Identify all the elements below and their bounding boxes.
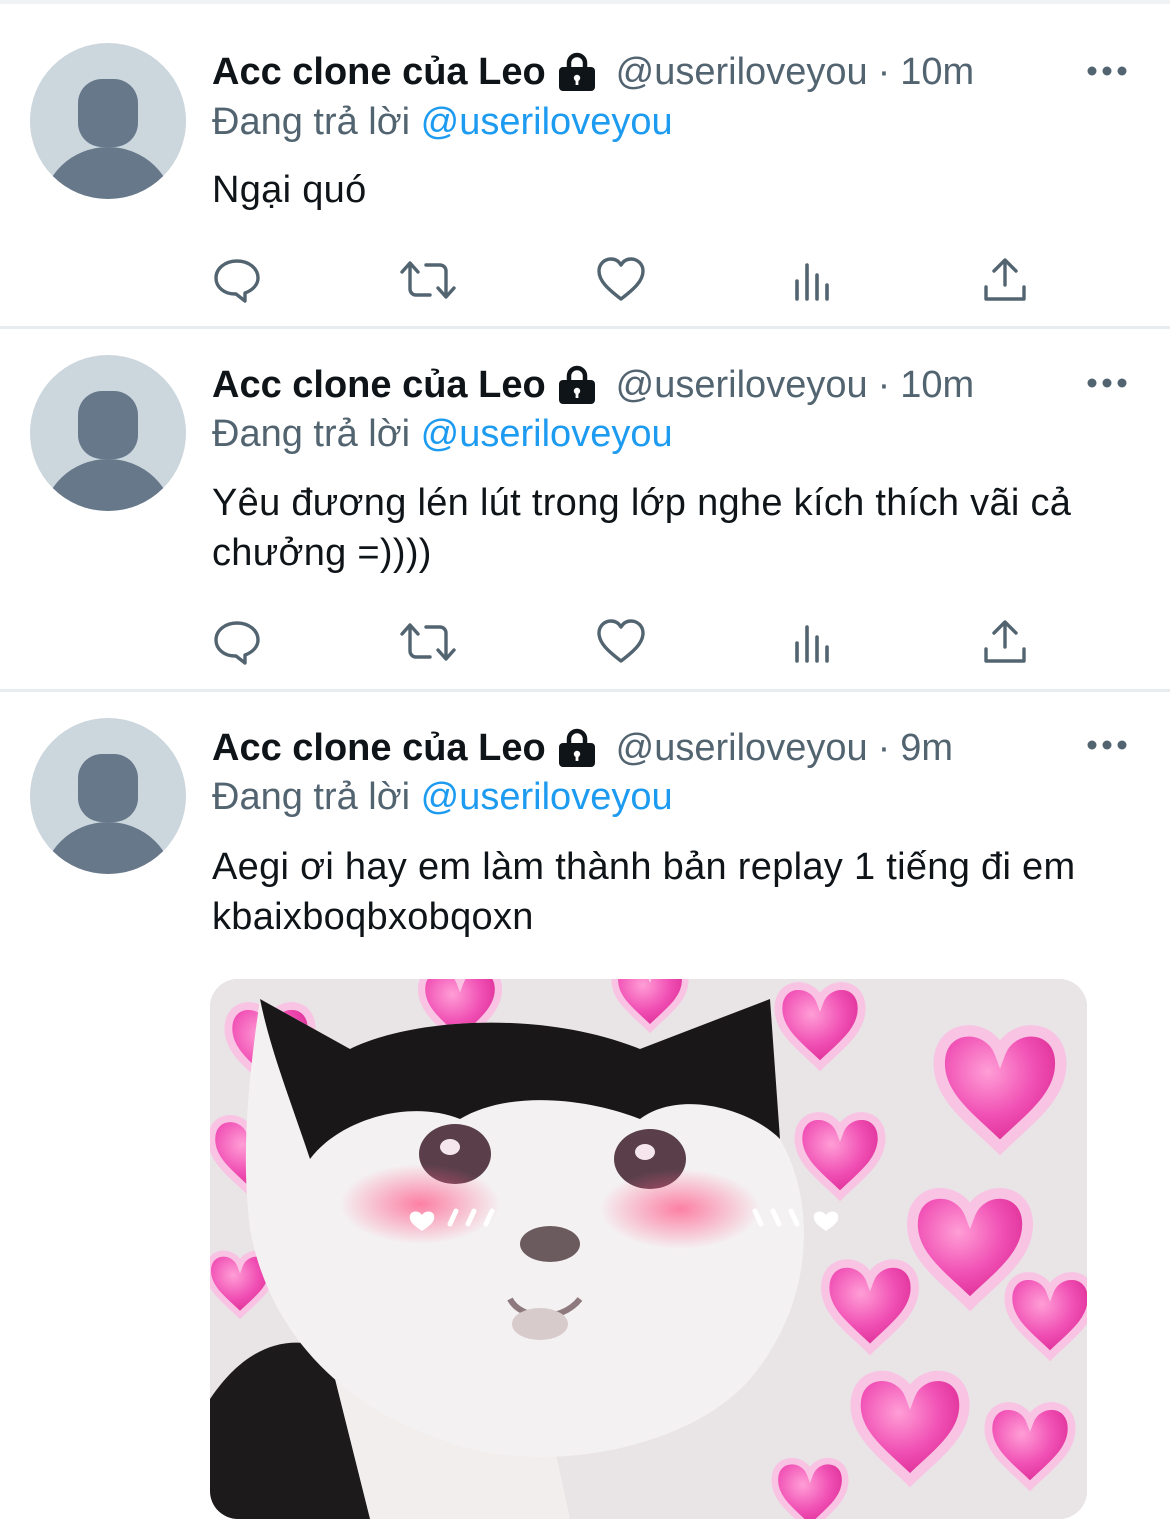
lock-icon <box>556 727 598 769</box>
retweet-icon[interactable] <box>400 255 456 305</box>
separator-dot: · <box>877 727 891 769</box>
reply-context: Đang trả lời @useriloveyou <box>212 409 673 459</box>
reply-mention-link[interactable]: @useriloveyou <box>421 101 673 143</box>
analytics-icon[interactable] <box>790 255 840 305</box>
reply-prefix: Đang trả lời <box>212 776 411 818</box>
reply-icon[interactable] <box>212 255 262 305</box>
heart-icon[interactable] <box>596 617 646 667</box>
tweet-media-image[interactable] <box>210 979 1087 1519</box>
separator-dot: · <box>877 51 891 93</box>
more-dots-icon[interactable] <box>1086 64 1128 78</box>
reply-icon[interactable] <box>212 617 262 667</box>
tweet-header: Acc clone của Leo @useriloveyou · 9m <box>212 722 953 774</box>
tweet[interactable]: Acc clone của Leo @useriloveyou · 10m Đa… <box>0 329 1170 693</box>
analytics-icon[interactable] <box>790 617 840 667</box>
more-dots-icon[interactable] <box>1086 376 1128 390</box>
more-dots-icon[interactable] <box>1086 738 1128 752</box>
user-handle[interactable]: @useriloveyou <box>616 359 868 411</box>
timestamp[interactable]: 10m <box>900 46 974 98</box>
tweet-text: Yêu đương lén lút trong lớp nghe kích th… <box>212 482 1072 574</box>
reply-prefix: Đang trả lời <box>212 413 411 455</box>
tweet-text: Aegi ơi hay em làm thành bản replay 1 ti… <box>212 846 1076 938</box>
tweet[interactable]: Acc clone của Leo @useriloveyou · 9m Đan… <box>0 692 1170 1535</box>
reply-mention-link[interactable]: @useriloveyou <box>421 776 673 818</box>
lock-icon <box>556 51 598 93</box>
reply-mention-link[interactable]: @useriloveyou <box>421 413 673 455</box>
reply-context: Đang trả lời @useriloveyou <box>212 97 673 147</box>
timestamp[interactable]: 10m <box>900 359 974 411</box>
tweet-header: Acc clone của Leo @useriloveyou · 10m <box>212 359 974 411</box>
reply-prefix: Đang trả lời <box>212 101 411 143</box>
user-handle[interactable]: @useriloveyou <box>616 722 868 774</box>
display-name[interactable]: Acc clone của Leo <box>212 46 546 98</box>
heart-icon[interactable] <box>596 255 646 305</box>
retweet-icon[interactable] <box>400 617 456 667</box>
tweet-header: Acc clone của Leo @useriloveyou · 10m <box>212 46 974 98</box>
user-handle[interactable]: @useriloveyou <box>616 46 868 98</box>
separator-dot: · <box>877 364 891 406</box>
avatar[interactable] <box>30 718 186 874</box>
tweet[interactable]: Acc clone của Leo @useriloveyou · 10m Đa… <box>0 0 1170 330</box>
reply-context: Đang trả lời @useriloveyou <box>212 772 673 822</box>
share-icon[interactable] <box>980 617 1030 667</box>
share-icon[interactable] <box>980 255 1030 305</box>
avatar[interactable] <box>30 355 186 511</box>
display-name[interactable]: Acc clone của Leo <box>212 359 546 411</box>
display-name[interactable]: Acc clone của Leo <box>212 722 546 774</box>
lock-icon <box>556 364 598 406</box>
tweet-text: Ngại quó <box>212 169 367 211</box>
avatar[interactable] <box>30 43 186 199</box>
timestamp[interactable]: 9m <box>900 722 953 774</box>
